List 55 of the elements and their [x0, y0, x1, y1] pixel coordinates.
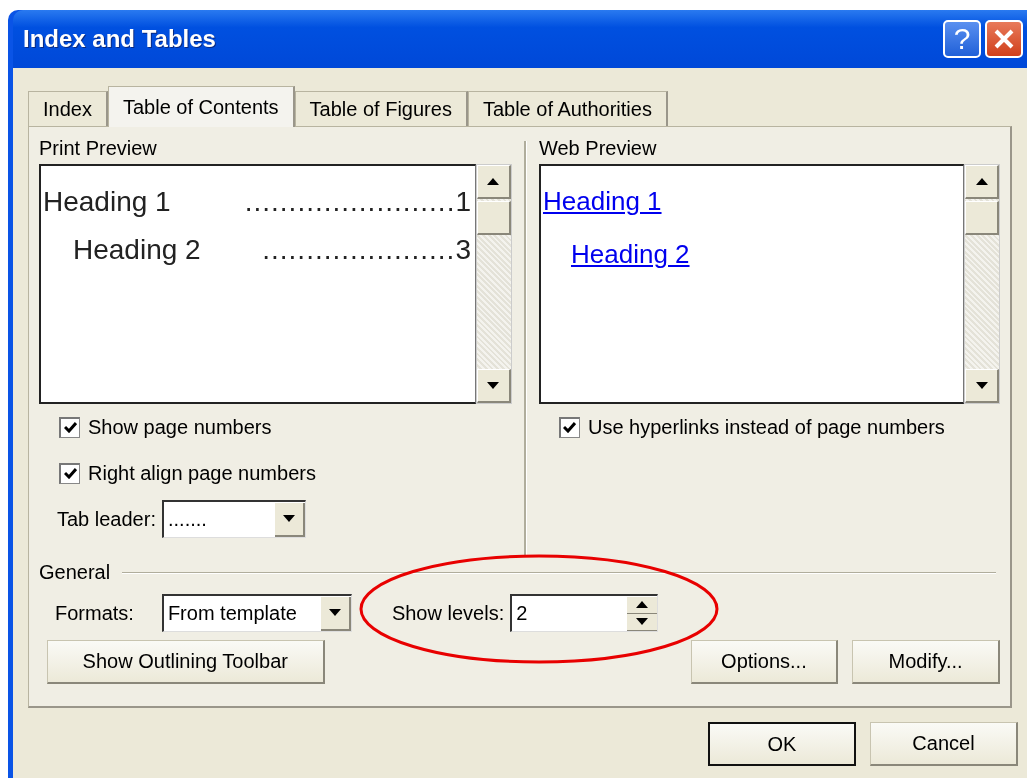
scrollbar-thumb[interactable] — [477, 201, 511, 235]
field-label: Tab leader: — [57, 507, 156, 531]
window-title: Index and Tables — [23, 25, 217, 53]
tab[interactable]: Table of Contents — [107, 86, 295, 127]
scroll-up-button[interactable] — [965, 165, 999, 199]
field-label: Formats: — [55, 601, 134, 625]
dot-leader: ........................ — [243, 186, 456, 218]
checkmark-icon — [563, 422, 577, 433]
checkmark-icon — [63, 468, 77, 479]
dropdown-arrow-icon — [328, 609, 341, 616]
toc-entry: Heading 1 — [43, 186, 171, 218]
scrollbar[interactable] — [964, 164, 1000, 404]
checkbox-label[interactable]: Show page numbers — [88, 415, 272, 439]
toc-entry: Heading 2 — [73, 234, 201, 266]
heading-link[interactable]: Heading 1 — [543, 186, 662, 217]
help-button[interactable]: ? — [943, 20, 981, 58]
scroll-down-button[interactable] — [477, 369, 511, 403]
tab-leader-dropdown[interactable]: ....... — [161, 500, 306, 538]
close-icon — [993, 28, 1015, 50]
tab[interactable]: Index — [28, 91, 108, 126]
show-levels-spinner[interactable]: 2 — [510, 594, 659, 632]
dot-leader: ...................... — [261, 234, 456, 266]
up-triangle-icon — [636, 601, 649, 608]
up-triangle-icon — [975, 178, 988, 185]
down-triangle-icon — [975, 382, 988, 389]
page-number: 1 — [455, 186, 471, 218]
checkbox[interactable] — [59, 416, 80, 438]
page-number: 3 — [455, 234, 471, 266]
close-button[interactable] — [985, 20, 1023, 58]
up-triangle-icon — [487, 178, 500, 185]
checkbox[interactable] — [59, 462, 80, 484]
down-triangle-icon — [636, 618, 649, 625]
dialog-button[interactable]: Modify... — [852, 640, 1000, 684]
scrollbar[interactable] — [476, 164, 512, 404]
scroll-down-button[interactable] — [965, 369, 999, 403]
down-triangle-icon — [487, 382, 500, 389]
tab[interactable]: Table of Figures — [294, 91, 468, 126]
scrollbar-thumb[interactable] — [965, 201, 999, 235]
section-label: Web Preview — [539, 137, 658, 160]
checkmark-icon — [63, 422, 77, 433]
cancel-button[interactable]: Cancel — [870, 722, 1018, 766]
heading-link[interactable]: Heading 2 — [571, 239, 690, 270]
checkbox[interactable] — [559, 416, 580, 438]
group-label: General — [39, 561, 111, 584]
tab[interactable]: Table of Authorities — [467, 91, 668, 126]
scroll-up-button[interactable] — [477, 165, 511, 199]
field-label: Show levels: — [391, 601, 505, 625]
dropdown-arrow-icon — [282, 515, 295, 522]
dialog-button[interactable]: Options... — [690, 640, 839, 684]
section-label: Print Preview — [39, 137, 158, 160]
ok-button[interactable]: OK — [708, 722, 856, 766]
checkbox-label[interactable]: Right align page numbers — [88, 461, 316, 485]
dialog-button[interactable]: Show Outlining Toolbar — [47, 640, 325, 684]
formats-dropdown[interactable]: From template — [161, 594, 352, 632]
checkbox-label[interactable]: Use hyperlinks instead of page numbers — [588, 415, 945, 439]
